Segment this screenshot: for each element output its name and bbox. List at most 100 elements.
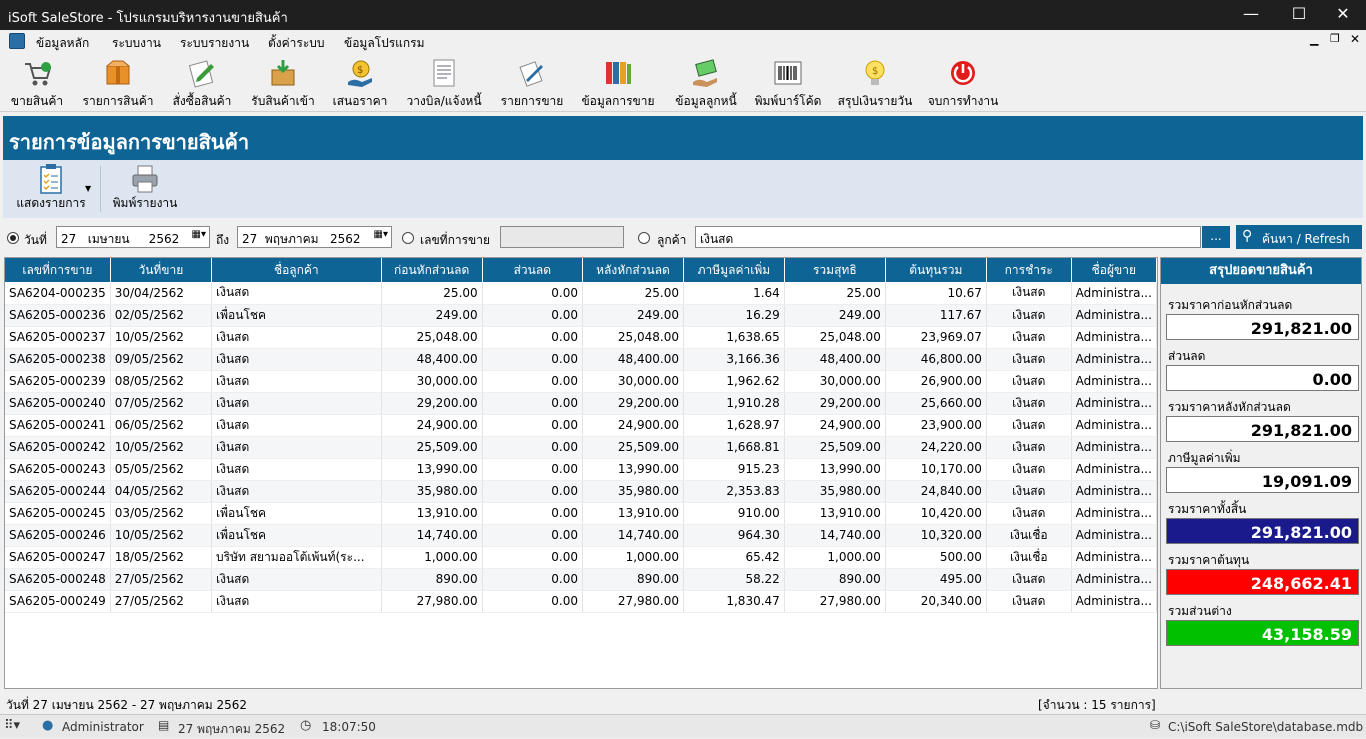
show-report-dropdown-arrow[interactable]: ▼ bbox=[85, 184, 91, 193]
menu-reports[interactable]: ระบบรายงาน bbox=[180, 34, 249, 53]
print-barcode-label: พิมพ์บาร์โค้ด bbox=[754, 94, 822, 108]
total-after-discount-value: 291,821.00 bbox=[1166, 416, 1359, 442]
col-payment-header[interactable]: การชำระ bbox=[986, 258, 1072, 282]
minimize-button[interactable]: — bbox=[1228, 0, 1274, 30]
debtor-data-button[interactable]: ข้อมูลลูกหนี้ bbox=[670, 58, 742, 111]
total-before-discount-value: 291,821.00 bbox=[1166, 314, 1359, 340]
billing-button[interactable]: วางบิล/แจ้งหนี้ bbox=[402, 58, 486, 111]
invoice-doc-icon bbox=[429, 58, 459, 88]
date-radio[interactable] bbox=[7, 232, 19, 244]
discount-cell: 0.00 bbox=[482, 436, 583, 459]
sale-date-cell: 07/05/2562 bbox=[110, 392, 213, 415]
sales-list-button[interactable]: รายการขาย bbox=[496, 58, 568, 111]
table-row[interactable]: SA6205-000248 27/05/2562 เงินสด 890.00 0.00 8… bbox=[5, 568, 1157, 591]
table-row[interactable]: SA6205-000249 27/05/2562 เงินสด 27,980.00 0.… bbox=[5, 590, 1157, 613]
table-row[interactable]: SA6205-000247 18/05/2562 บริษัท สยามออโต้เ… bbox=[5, 546, 1157, 569]
receive-goods-button[interactable]: รับสินค้าเข้า bbox=[248, 58, 318, 111]
exit-button[interactable]: จบการทำงาน bbox=[926, 58, 1000, 111]
menu-system[interactable]: ระบบงาน bbox=[112, 34, 161, 53]
table-row[interactable]: SA6205-000240 07/05/2562 เงินสด 29,200.00 0.… bbox=[5, 392, 1157, 415]
checklist-icon bbox=[37, 164, 65, 194]
payment-cell: เงินสด bbox=[986, 502, 1072, 525]
net-total-cell: 25,048.00 bbox=[784, 326, 886, 349]
mdi-close-button[interactable]: ✕ bbox=[1350, 32, 1360, 46]
date-from-picker[interactable]: 27 เมษายน 2562 ▦▾ bbox=[56, 226, 210, 248]
vat-cell: 1,628.97 bbox=[683, 414, 785, 437]
maximize-button[interactable]: ☐ bbox=[1276, 0, 1322, 30]
print-barcode-button[interactable]: พิมพ์บาร์โค้ด bbox=[752, 58, 824, 111]
billing-label: วางบิล/แจ้งหนี้ bbox=[406, 94, 482, 108]
grand-total-label: รวมราคาทั้งสิ้น bbox=[1168, 502, 1247, 516]
date-to-picker[interactable]: 27 พฤษภาคม 2562 ▦▾ bbox=[237, 226, 392, 248]
cart-icon bbox=[22, 58, 52, 88]
quote-money-icon: $ bbox=[345, 58, 375, 88]
col-total-cost-header[interactable]: ต้นทุนรวม bbox=[885, 258, 987, 282]
table-row[interactable]: SA6205-000246 10/05/2562 เพื่อนโชค 14,740.0… bbox=[5, 524, 1157, 547]
col-customer-header[interactable]: ชื่อลูกค้า bbox=[211, 258, 382, 282]
mdi-minimize-button[interactable]: ▁ bbox=[1310, 33, 1318, 46]
menu-settings[interactable]: ตั้งค่าระบบ bbox=[268, 34, 325, 53]
total-cost-cell: 10,420.00 bbox=[885, 502, 987, 525]
col-vat-header[interactable]: ภาษีมูลค่าเพิ่ม bbox=[683, 258, 785, 282]
print-report-button[interactable]: พิมพ์รายงาน bbox=[107, 164, 183, 213]
sales-table[interactable]: เลขที่การขาย วันที่ขาย ชื่อลูกค้า ก่อนหักส่… bbox=[4, 257, 1158, 689]
margin-total-label: รวมส่วนต่าง bbox=[1168, 604, 1232, 618]
customer-browse-button[interactable]: ... bbox=[1202, 226, 1230, 248]
sell-button[interactable]: ขายสินค้า bbox=[6, 58, 68, 111]
before-discount-cell: 13,910.00 bbox=[381, 502, 483, 525]
customer-radio[interactable] bbox=[638, 232, 650, 244]
net-total-cell: 24,900.00 bbox=[784, 414, 886, 437]
seller-cell: Administra... bbox=[1071, 436, 1157, 459]
sales-list-icon bbox=[517, 58, 547, 88]
purchase-order-label: สั่งซื้อสินค้า bbox=[172, 94, 232, 108]
user-icon: ● bbox=[42, 718, 54, 733]
table-row[interactable]: SA6205-000241 06/05/2562 เงินสด 24,900.00 0.… bbox=[5, 414, 1157, 437]
table-row[interactable]: SA6205-000243 05/05/2562 เงินสด 13,990.00 0.… bbox=[5, 458, 1157, 481]
table-row[interactable]: SA6205-000236 02/05/2562 เพื่อนโชค 249.00 0.… bbox=[5, 304, 1157, 327]
sale-no-input[interactable] bbox=[500, 226, 624, 248]
apps-grid-icon[interactable]: ⠿▾ bbox=[4, 718, 20, 733]
menu-program-info[interactable]: ข้อมูลโปรแกรม bbox=[344, 34, 425, 53]
close-button[interactable]: ✕ bbox=[1320, 0, 1366, 30]
sale-no-radio[interactable] bbox=[402, 232, 414, 244]
calendar-dropdown-icon[interactable]: ▦▾ bbox=[374, 229, 388, 240]
total-cost-cell: 500.00 bbox=[885, 546, 987, 569]
sale-date-cell: 30/04/2562 bbox=[110, 282, 213, 305]
discount-total-label: ส่วนลด bbox=[1168, 349, 1206, 363]
sale-date-cell: 05/05/2562 bbox=[110, 458, 213, 481]
show-report-button[interactable]: แสดงรายการ bbox=[7, 164, 95, 213]
search-refresh-button[interactable]: ⚲ ค้นหา / Refresh bbox=[1236, 225, 1362, 249]
col-net-total-header[interactable]: รวมสุทธิ bbox=[784, 258, 886, 282]
col-after-discount-header[interactable]: หลังหักส่วนลด bbox=[582, 258, 685, 282]
col-sale-date-header[interactable]: วันที่ขาย bbox=[110, 258, 213, 282]
total-cost-cell: 26,900.00 bbox=[885, 370, 987, 393]
table-row[interactable]: SA6205-000242 10/05/2562 เงินสด 25,509.00 0.… bbox=[5, 436, 1157, 459]
table-row[interactable]: SA6205-000239 08/05/2562 เงินสด 30,000.00 0.… bbox=[5, 370, 1157, 393]
total-cost-cell: 23,900.00 bbox=[885, 414, 987, 437]
product-list-button[interactable]: รายการสินค้า bbox=[80, 58, 156, 111]
col-before-discount-header[interactable]: ก่อนหักส่วนลด bbox=[381, 258, 483, 282]
purchase-order-button[interactable]: สั่งซื้อสินค้า bbox=[168, 58, 236, 111]
app-menu-icon[interactable] bbox=[9, 33, 25, 49]
table-row[interactable]: SA6205-000245 03/05/2562 เพื่อนโชค 13,910.0… bbox=[5, 502, 1157, 525]
payment-cell: เงินสด bbox=[986, 480, 1072, 503]
customer-input[interactable]: เงินสด bbox=[695, 226, 1201, 248]
calendar-dropdown-icon[interactable]: ▦▾ bbox=[192, 229, 206, 240]
sales-data-button[interactable]: ข้อมูลการขาย bbox=[578, 58, 658, 111]
mdi-restore-button[interactable]: ❐ bbox=[1330, 32, 1340, 45]
table-row[interactable]: SA6205-000238 09/05/2562 เงินสด 48,400.00 0.… bbox=[5, 348, 1157, 371]
daily-summary-button[interactable]: $ สรุปเงินรายวัน bbox=[836, 58, 914, 111]
table-row[interactable]: SA6204-000235 30/04/2562 เงินสด 25.00 0.00 25… bbox=[5, 282, 1157, 305]
net-total-cell: 25.00 bbox=[784, 282, 886, 305]
vat-cell: 16.29 bbox=[683, 304, 785, 327]
table-row[interactable]: SA6205-000244 04/05/2562 เงินสด 35,980.00 0.… bbox=[5, 480, 1157, 503]
table-row[interactable]: SA6205-000237 10/05/2562 เงินสด 25,048.00 0.… bbox=[5, 326, 1157, 349]
menu-master-data[interactable]: ข้อมูลหลัก bbox=[36, 34, 89, 53]
col-discount-header[interactable]: ส่วนลด bbox=[482, 258, 583, 282]
quotation-button[interactable]: $ เสนอราคา bbox=[330, 58, 390, 111]
vat-cell: 1,668.81 bbox=[683, 436, 785, 459]
col-seller-header[interactable]: ชื่อผู้ขาย bbox=[1071, 258, 1157, 282]
seller-cell: Administra... bbox=[1071, 414, 1157, 437]
col-sale-no-header[interactable]: เลขที่การขาย bbox=[5, 258, 111, 282]
grand-total-value: 291,821.00 bbox=[1166, 518, 1359, 544]
